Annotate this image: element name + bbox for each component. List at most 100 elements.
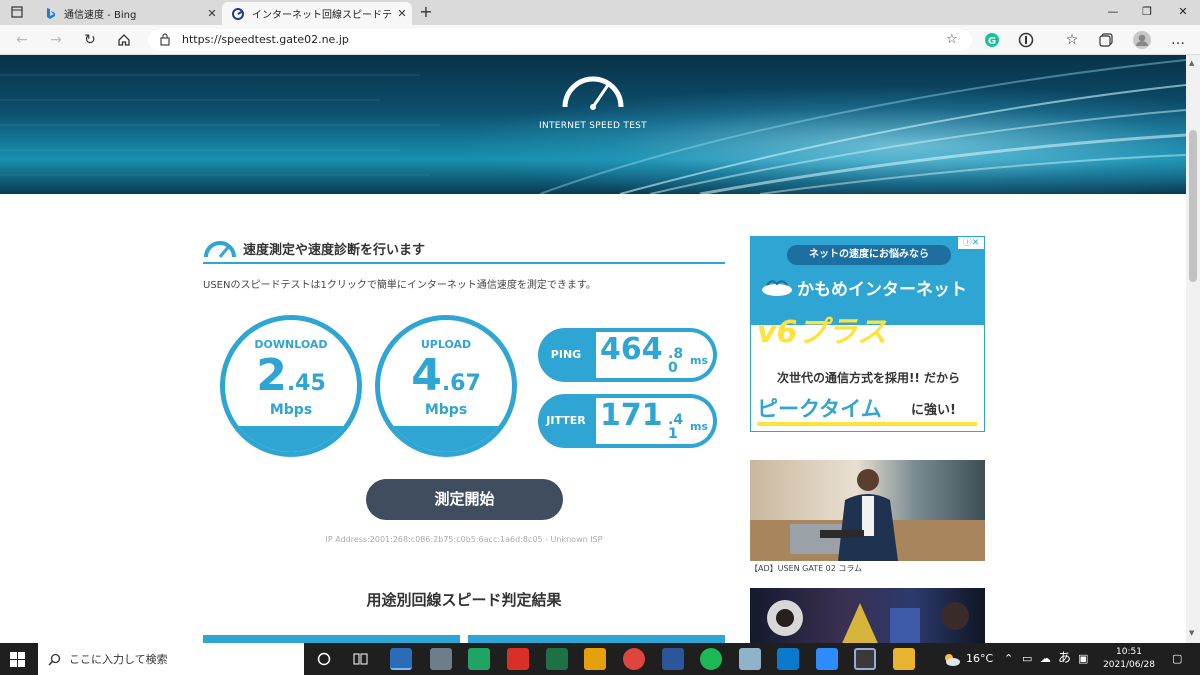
weather-cloud-icon[interactable] [941, 652, 961, 666]
scroll-down-icon[interactable]: ▼ [1189, 629, 1194, 637]
tab-bing[interactable]: 通信速度 - Bing ✕ [36, 2, 222, 25]
tray-chevron-icon[interactable]: ⌃ [1004, 643, 1013, 675]
download-value: 2.45 [256, 350, 326, 401]
tab-speedtest[interactable]: インターネット回線スピードテスト・通信 ✕ [222, 2, 412, 25]
speedometer-icon [560, 71, 626, 111]
forward-icon[interactable]: → [44, 28, 68, 52]
jitter-value-box: 171 .4 1 ms [596, 398, 713, 444]
ad-underline [757, 422, 977, 426]
ping-result: PING 464 .8 0 ms [538, 328, 717, 382]
tab-actions-icon[interactable] [2, 0, 32, 25]
excel-icon[interactable] [546, 648, 568, 670]
url-field[interactable]: https://speedtest.gate02.ne.jp ☆ [148, 29, 972, 51]
url-text: https://speedtest.gate02.ne.jp [182, 33, 349, 46]
article-photo[interactable] [750, 460, 985, 561]
gauge-icon [203, 240, 237, 258]
zoom-icon[interactable] [816, 648, 838, 670]
jitter-unit: ms [690, 420, 709, 433]
notes-icon[interactable]: ▣ [1078, 643, 1088, 675]
page-scrollbar[interactable]: ▲ ▼ [1186, 55, 1200, 643]
photos-taskbar-icon[interactable] [430, 648, 452, 670]
lock-icon [160, 33, 170, 46]
page-content: INTERNET SPEED TEST 速度測定や速度診断を行います USENの… [0, 55, 1186, 643]
gauge-fill [380, 426, 512, 452]
gmail-icon[interactable] [507, 648, 529, 670]
minimize-button[interactable]: — [1096, 0, 1130, 25]
new-tab-button[interactable]: + [416, 3, 436, 21]
collections-icon[interactable] [1094, 28, 1118, 52]
gauge-fill [225, 426, 357, 452]
sidebar-ad[interactable]: ネットの速度にお悩みなら かもめインターネット v6プラス サービス 次世代の通… [750, 236, 985, 432]
cortana-icon[interactable] [317, 652, 331, 666]
notepad-icon[interactable] [739, 648, 761, 670]
tab-label: 通信速度 - Bing [64, 10, 137, 21]
jitter-decimal-2: 1 [668, 426, 678, 442]
refresh-icon[interactable]: ↻ [78, 28, 102, 52]
result-category-tab[interactable] [203, 635, 460, 643]
edge-taskbar-icon[interactable] [390, 648, 412, 670]
article-caption[interactable]: 【AD】USEN GATE 02 コラム [750, 563, 862, 574]
article-photo-2[interactable] [750, 588, 985, 643]
home-icon[interactable] [112, 28, 136, 52]
section-title-text: 速度測定や速度診断を行います [243, 243, 426, 258]
close-window-button[interactable]: ✕ [1166, 0, 1200, 25]
app-icon[interactable] [854, 648, 876, 670]
close-tab-icon[interactable]: ✕ [392, 7, 412, 20]
spotify-icon[interactable] [700, 648, 722, 670]
upload-gauge: UPLOAD 4.67 Mbps [375, 315, 517, 457]
ad-headline: ネットの速度にお悩みなら [787, 245, 951, 265]
clock-date: 2021/06/28 [1103, 660, 1155, 670]
start-test-button[interactable]: 測定開始 [366, 479, 563, 520]
section-title: 速度測定や速度診断を行います [203, 235, 725, 264]
favorites-icon[interactable]: ☆ [1060, 28, 1084, 52]
windows-start-icon[interactable] [10, 652, 25, 667]
network-icon[interactable]: ☁ [1040, 643, 1051, 675]
chrome-icon[interactable] [623, 648, 645, 670]
word-icon[interactable] [662, 648, 684, 670]
ime-indicator[interactable]: あ [1058, 643, 1071, 675]
gate02-icon [232, 7, 244, 20]
ad-tail: に強い! [911, 403, 956, 418]
task-view-icon[interactable] [353, 652, 369, 666]
ad-product: v6プラス [757, 315, 887, 350]
battery-icon[interactable]: ▭ [1022, 643, 1032, 675]
download-unit: Mbps [269, 402, 313, 418]
ad-highlight: ピークタイム [757, 397, 882, 421]
ad-choices-icon[interactable]: ⓘ✕ [958, 237, 984, 249]
download-gauge: DOWNLOAD 2.45 Mbps [220, 315, 362, 457]
section-description: USENのスピードテストは1クリックで簡単にインターネット通信速度を測定できます… [203, 280, 596, 291]
ping-unit: ms [690, 354, 709, 367]
bing-icon [46, 7, 56, 20]
result-category-tab[interactable] [468, 635, 725, 643]
taskbar: ここに入力して検索 16°C ⌃ ▭ ☁ あ ▣ 10:51 2021/06/2… [0, 643, 1200, 675]
file-explorer-icon[interactable] [893, 648, 915, 670]
vscode-icon[interactable] [777, 648, 799, 670]
extension-info-icon[interactable] [1014, 28, 1038, 52]
browser-tab-bar: 通信速度 - Bing ✕ インターネット回線スピードテスト・通信 ✕ + — … [0, 0, 1200, 25]
taskbar-search[interactable]: ここに入力して検索 [38, 643, 304, 675]
maximize-button[interactable]: ❐ [1130, 0, 1164, 25]
favorite-star-icon[interactable]: ☆ [946, 32, 958, 47]
ad-brand: かもめインターネット [797, 280, 967, 300]
grammarly-icon[interactable]: G [980, 28, 1004, 52]
settings-more-icon[interactable]: … [1166, 28, 1190, 52]
notifications-icon[interactable]: ▢ [1172, 643, 1182, 675]
profile-avatar-icon[interactable] [1130, 28, 1154, 52]
scrollbar-thumb[interactable] [1189, 130, 1197, 282]
jitter-value: 171 [600, 398, 663, 433]
back-icon[interactable]: ← [10, 28, 34, 52]
upload-unit: Mbps [424, 402, 468, 418]
ping-label: PING [550, 348, 582, 361]
ping-value: 464 [600, 332, 663, 367]
google-photos-icon[interactable] [584, 648, 606, 670]
close-tab-icon[interactable]: ✕ [202, 7, 222, 20]
temperature[interactable]: 16°C [966, 643, 993, 675]
clock[interactable]: 10:51 2021/06/28 [1098, 646, 1160, 672]
scroll-up-icon[interactable]: ▲ [1189, 59, 1194, 67]
ip-address-info: IP Address:2001:268:c086:2b75:c0b5:6acc:… [325, 535, 603, 544]
google-drive-icon[interactable] [468, 648, 490, 670]
ping-decimal-2: 0 [668, 360, 678, 376]
address-bar: ← → ↻ https://speedtest.gate02.ne.jp ☆ G… [0, 25, 1200, 55]
hero-title: INTERNET SPEED TEST [538, 121, 647, 131]
seagull-logo-icon [761, 275, 793, 297]
